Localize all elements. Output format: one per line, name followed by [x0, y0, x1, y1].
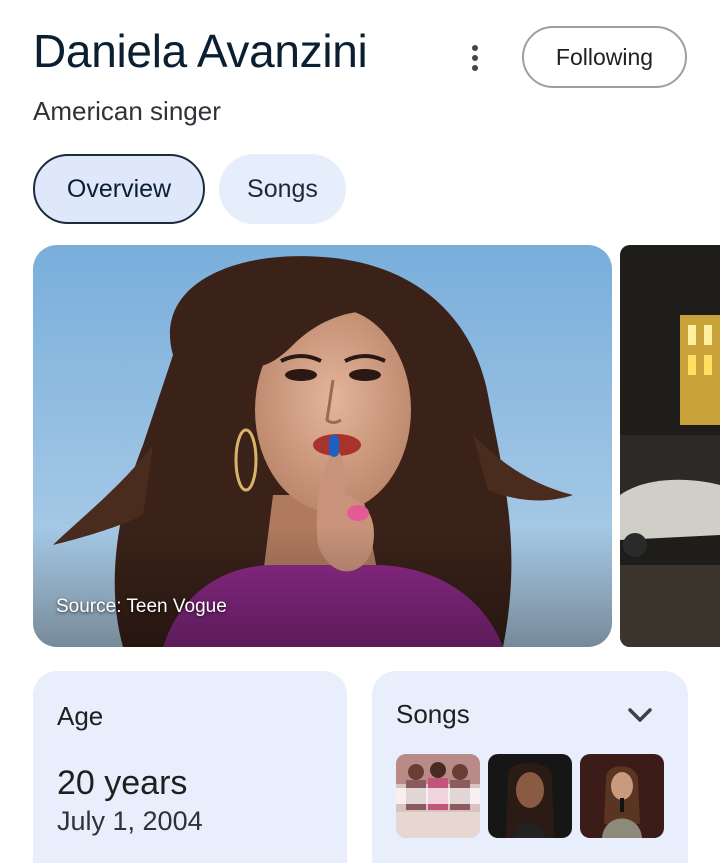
video-still-image [488, 754, 572, 838]
songs-label: Songs [396, 699, 470, 729]
page-title: Daniela Avanzini [33, 25, 368, 77]
birth-date: July 1, 2004 [57, 806, 203, 836]
entity-subtitle: American singer [33, 96, 221, 126]
dot [472, 45, 478, 51]
more-options-icon[interactable] [456, 36, 494, 80]
portrait-image [33, 245, 612, 647]
song-thumbnail[interactable] [580, 754, 664, 838]
song-thumbnail[interactable] [396, 754, 480, 838]
age-label: Age [57, 701, 104, 731]
chevron-down-icon[interactable] [624, 701, 656, 729]
dot [472, 65, 478, 71]
age-value: 20 years [57, 764, 188, 802]
songs-card[interactable]: Songs [372, 671, 688, 863]
song-thumbnail[interactable] [488, 754, 572, 838]
night-street-image [620, 245, 720, 647]
tab-songs[interactable]: Songs [219, 154, 346, 224]
age-card[interactable]: Age 20 years July 1, 2004 [33, 671, 347, 863]
main-photo[interactable] [33, 245, 612, 647]
performance-image [580, 754, 664, 838]
secondary-photo[interactable] [620, 245, 720, 647]
album-art-image [396, 754, 480, 838]
dot [472, 55, 478, 61]
following-button[interactable]: Following [522, 26, 687, 88]
image-source-caption: Source: Teen Vogue [56, 596, 227, 617]
tab-overview[interactable]: Overview [33, 154, 205, 224]
